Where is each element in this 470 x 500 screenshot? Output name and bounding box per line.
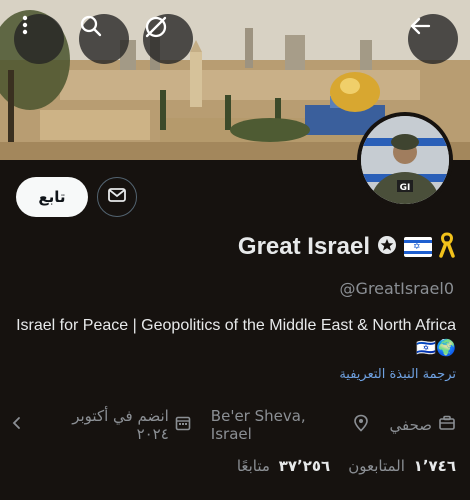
- category-text: صحفي: [389, 416, 432, 434]
- envelope-icon: [107, 185, 127, 209]
- followers-label: متابعًا: [236, 457, 270, 475]
- avatar-image: GI: [361, 116, 449, 204]
- follow-button[interactable]: تابع: [16, 177, 88, 217]
- hide-button[interactable]: [143, 14, 193, 64]
- name-row: Great Israel ✡: [238, 230, 456, 264]
- calendar-icon: [175, 415, 191, 435]
- profile-handle: @GreatIsrael0: [339, 279, 454, 298]
- joined-item: انضم في أكتوبر ٢٠٢٤: [39, 407, 191, 443]
- following-label: المتابعون: [348, 457, 405, 475]
- translate-bio-link[interactable]: ترجمة النبذة التعريفية: [339, 367, 456, 382]
- yellow-ribbon-icon: [438, 232, 456, 262]
- briefcase-icon: [438, 414, 456, 436]
- svg-text:GI: GI: [400, 183, 411, 193]
- chevron-left-icon[interactable]: [11, 416, 23, 434]
- verified-badge-icon[interactable]: [376, 234, 398, 260]
- followers-count: ٣٧٬٢٥٦: [278, 457, 331, 475]
- search-button[interactable]: [79, 14, 129, 64]
- israel-flag-icon: ✡: [404, 237, 432, 257]
- profile-bio: Israel for Peace | Geopolitics of the Mi…: [16, 317, 456, 357]
- joined-text: انضم في أكتوبر ٢٠٢٤: [72, 407, 169, 443]
- location-text: Be'er Sheva, Israel: [210, 407, 306, 443]
- display-name: Great Israel: [237, 233, 370, 260]
- location-item: Be'er Sheva, Israel: [211, 407, 370, 443]
- avatar[interactable]: GI: [357, 112, 453, 208]
- location-pin-icon: [353, 414, 369, 436]
- category-item: صحفي: [389, 414, 456, 436]
- more-button[interactable]: [14, 14, 64, 64]
- back-button[interactable]: [408, 14, 458, 64]
- followers-stat[interactable]: ٣٧٬٢٥٦ متابعًا: [237, 457, 330, 475]
- following-stat[interactable]: ١٬٧٤٦ المتابعون: [348, 457, 456, 475]
- profile-stats-row: ١٬٧٤٦ المتابعون ٣٧٬٢٥٦ متابعًا: [237, 454, 456, 478]
- following-count: ١٬٧٤٦: [413, 457, 456, 475]
- profile-meta-row: صحفي Be'er Sheva, Israel انضم في أكتوبر …: [11, 407, 456, 443]
- message-button[interactable]: [97, 177, 137, 217]
